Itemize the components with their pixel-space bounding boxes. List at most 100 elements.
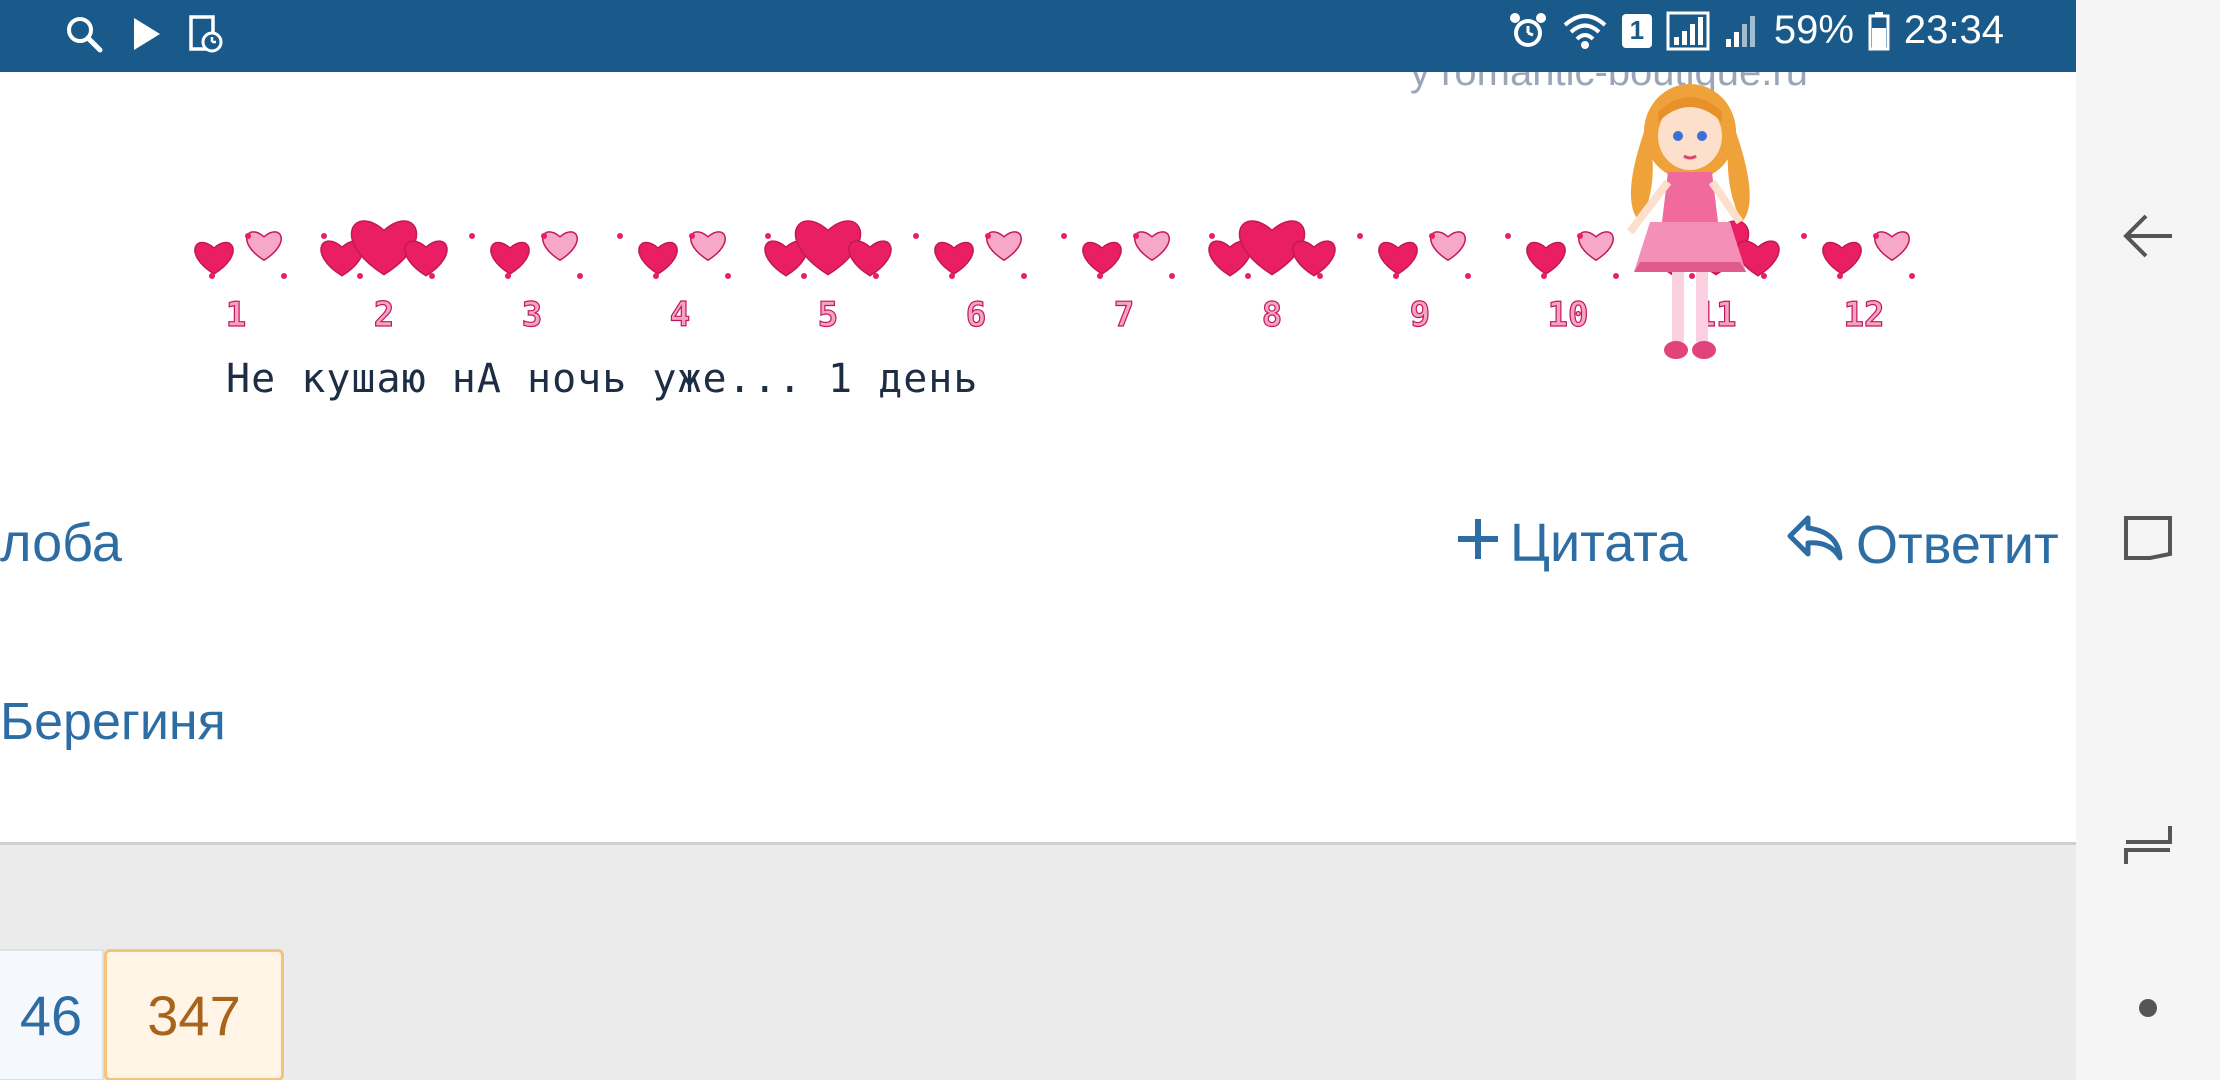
heart-icon <box>986 231 1022 262</box>
battery-percent: 59% <box>1773 8 1854 52</box>
heart-icon <box>1134 231 1170 262</box>
status-bar: 1 59% 23:34 <box>0 0 2076 72</box>
heart-icon <box>1874 231 1910 262</box>
sparkle-dot <box>505 273 511 279</box>
heart-number: 10 <box>1548 295 1589 335</box>
sparkle-dot <box>1393 273 1399 279</box>
heart-icon <box>542 231 578 262</box>
doll-image <box>1626 84 1750 359</box>
sparkle-dot <box>245 233 251 239</box>
play-icon <box>130 16 162 52</box>
sparkle-dot <box>1021 273 1027 279</box>
sparkle-dot <box>357 273 363 279</box>
wifi-icon <box>1562 11 1608 51</box>
heart-icon <box>1378 241 1418 275</box>
heart-number: 12 <box>1844 295 1885 335</box>
heart-number: 2 <box>374 295 394 335</box>
sparkle-dot <box>1577 233 1583 239</box>
alarm-icon <box>1508 11 1548 51</box>
sparkle-dot <box>393 233 399 239</box>
reply-icon <box>1786 512 1846 577</box>
clock: 23:34 <box>1903 8 2004 52</box>
back-button[interactable] <box>2110 198 2186 274</box>
battery-icon <box>1868 11 1890 51</box>
sparkle-dot <box>725 273 731 279</box>
sparkle-dot <box>653 273 659 279</box>
recents-icon <box>2124 826 2172 864</box>
signature-image: y romantic-boutique.ru 1 2 3 4 5 6 7 8 9 10 11 12 <box>0 72 2076 442</box>
quote-label: Цитата <box>1510 513 1688 573</box>
heart-icon <box>490 241 530 275</box>
sparkle-dot <box>1873 233 1879 239</box>
post-actions: лоба Цитата Ответит <box>0 512 2076 622</box>
page-link[interactable]: 46 <box>0 949 104 1080</box>
heart-icon <box>690 231 726 262</box>
sparkle-dot <box>1465 273 1471 279</box>
sparkle-dot <box>1133 233 1139 239</box>
dot-icon <box>2139 999 2157 1017</box>
sparkle-dot <box>321 233 327 239</box>
sparkle-dot <box>949 273 955 279</box>
heart-icon <box>404 240 448 277</box>
reply-button[interactable]: Ответит <box>1786 512 2059 577</box>
sparkle-dot <box>1837 273 1843 279</box>
pagination-panel: 46 347 <box>0 842 2076 1080</box>
plus-icon <box>1456 512 1500 574</box>
heart-icon <box>1822 241 1862 275</box>
heart-icon <box>1292 240 1336 277</box>
heart-icon <box>194 241 234 275</box>
sparkle-dot <box>281 273 287 279</box>
sparkle-dot <box>1281 233 1287 239</box>
heart-number: 3 <box>522 295 542 335</box>
sparkle-dot <box>1097 273 1103 279</box>
heart-number: 4 <box>670 295 690 335</box>
heart-icon <box>1526 241 1566 275</box>
sparkle-dot <box>1357 233 1363 239</box>
heart-number: 1 <box>226 295 246 335</box>
sim-badge: 1 <box>1621 13 1652 48</box>
sparkle-dot <box>1429 233 1435 239</box>
file-clock-icon <box>188 14 224 54</box>
quote-button[interactable]: Цитата <box>1456 512 1687 574</box>
nav-dot[interactable] <box>2110 970 2186 1046</box>
sparkle-dot <box>837 233 843 239</box>
heart-icon <box>1430 231 1466 262</box>
sparkle-dot <box>985 233 991 239</box>
heart-number: 7 <box>1114 295 1134 335</box>
home-square-icon <box>2124 516 2172 560</box>
heart-icon <box>246 231 282 262</box>
sparkle-dot <box>1169 273 1175 279</box>
post-author[interactable]: Берегиня <box>0 692 226 752</box>
post-content: y romantic-boutique.ru 1 2 3 4 5 6 7 8 9 10 11 12 <box>0 72 2076 1080</box>
sparkle-dot <box>873 273 879 279</box>
sparkle-dot <box>689 233 695 239</box>
recents-button[interactable] <box>2110 806 2186 882</box>
heart-icon <box>934 241 974 275</box>
current-page: 347 <box>104 949 284 1080</box>
sparkle-dot <box>1061 233 1067 239</box>
home-button[interactable] <box>2110 500 2186 576</box>
heart-number: 6 <box>966 295 986 335</box>
signature-caption: Не кушаю нА ночь уже... 1 день <box>226 356 979 402</box>
sparkle-dot <box>1801 233 1807 239</box>
search-icon <box>64 14 104 54</box>
back-arrow-icon <box>2123 214 2172 258</box>
heart-number: 8 <box>1262 295 1282 335</box>
sparkle-dot <box>429 273 435 279</box>
heart-icon <box>1082 241 1122 275</box>
heart-icon <box>638 241 678 275</box>
sparkle-dot <box>617 233 623 239</box>
sparkle-dot <box>541 233 547 239</box>
sparkle-dot <box>1245 273 1251 279</box>
pagination: 46 347 <box>0 949 284 1080</box>
navigation-bar <box>2076 0 2220 1080</box>
reply-label: Ответит <box>1856 514 2059 575</box>
sparkle-dot <box>209 273 215 279</box>
sparkle-dot <box>469 233 475 239</box>
sparkle-dot <box>801 273 807 279</box>
heart-number: 5 <box>818 295 838 335</box>
signal-icon <box>1724 11 1760 51</box>
complain-link[interactable]: лоба <box>0 512 122 574</box>
sparkle-dot <box>913 233 919 239</box>
sparkle-dot <box>1317 273 1323 279</box>
